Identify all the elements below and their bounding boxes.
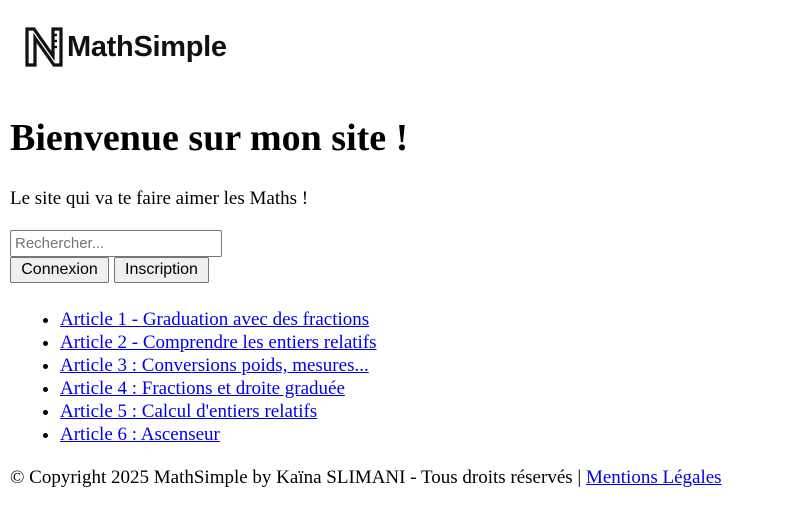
article-link[interactable]: Article 3 : Conversions poids, mesures..… (60, 355, 369, 376)
footer: © Copyright 2025 MathSimple by Kaïna SLI… (10, 466, 722, 490)
legal-notice-link[interactable]: Mentions Légales (586, 467, 722, 488)
page-title: Bienvenue sur mon site ! (10, 117, 409, 159)
article-link[interactable]: Article 2 - Comprendre les entiers relat… (60, 332, 377, 353)
search-input[interactable] (10, 230, 222, 257)
list-item: Article 2 - Comprendre les entiers relat… (60, 331, 377, 354)
signup-button[interactable]: Inscription (114, 257, 209, 283)
article-list: Article 1 - Graduation avec des fraction… (0, 308, 377, 446)
ruler-n-logo-icon (24, 26, 64, 68)
tagline: Le site qui va te faire aimer les Maths … (10, 188, 309, 209)
list-item: Article 1 - Graduation avec des fraction… (60, 308, 377, 331)
logo-text: MathSimple (67, 30, 227, 63)
article-link[interactable]: Article 1 - Graduation avec des fraction… (60, 309, 369, 330)
list-item: Article 4 : Fractions et droite graduée (60, 377, 377, 400)
article-link[interactable]: Article 5 : Calcul d'entiers relatifs (60, 401, 317, 422)
list-item: Article 6 : Ascenseur (60, 423, 377, 446)
list-item: Article 3 : Conversions poids, mesures..… (60, 354, 377, 377)
article-link[interactable]: Article 4 : Fractions et droite graduée (60, 378, 345, 399)
login-button[interactable]: Connexion (10, 257, 109, 283)
site-logo[interactable]: MathSimple (24, 26, 227, 68)
article-link[interactable]: Article 6 : Ascenseur (60, 424, 220, 445)
list-item: Article 5 : Calcul d'entiers relatifs (60, 400, 377, 423)
copyright-text: © Copyright 2025 MathSimple by Kaïna SLI… (10, 467, 586, 488)
